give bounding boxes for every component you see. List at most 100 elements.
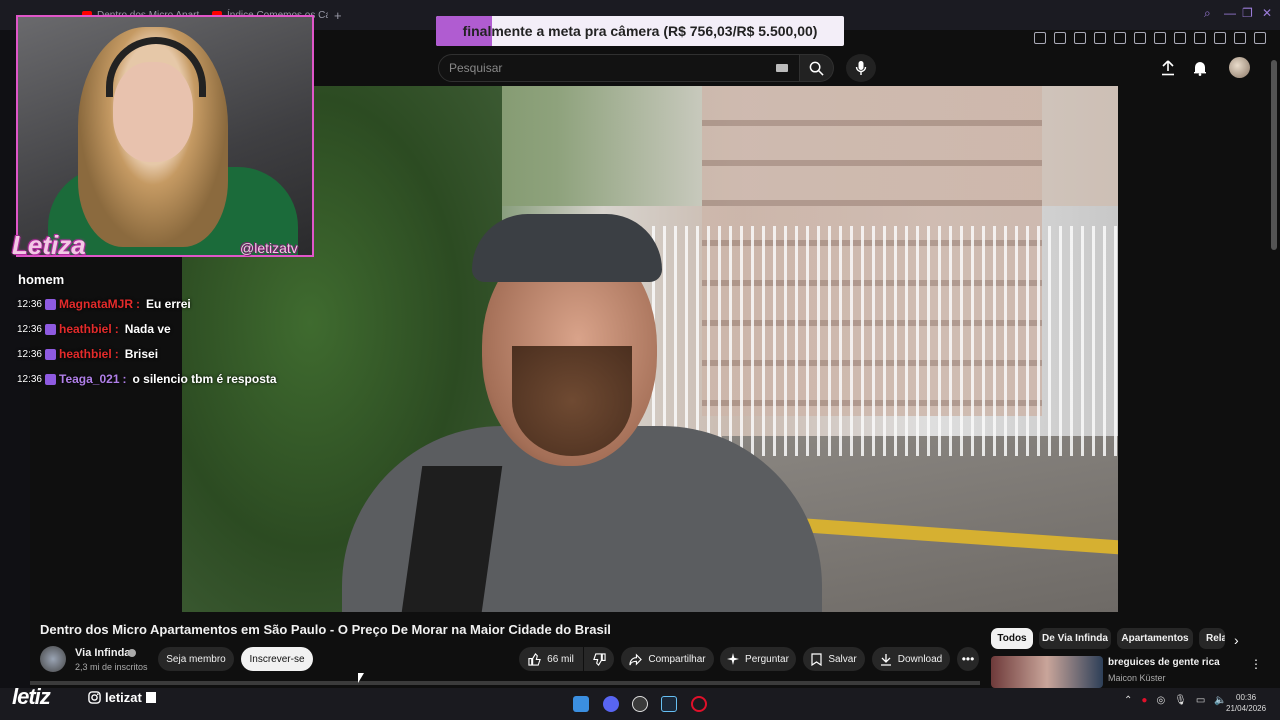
chevron-up-icon[interactable]: ⌃: [1124, 695, 1132, 706]
tray-app-icon[interactable]: ●: [1141, 695, 1147, 706]
subscriber-count: 2,3 mi de inscritos: [75, 662, 148, 672]
video-player[interactable]: [182, 86, 1118, 612]
chip-apartments[interactable]: Apartamentos: [1117, 628, 1193, 649]
extension-icon[interactable]: [1114, 32, 1126, 44]
minimize-icon[interactable]: —: [1224, 6, 1236, 20]
volume-icon[interactable]: 🔈: [1214, 695, 1226, 706]
close-icon[interactable]: ✕: [1262, 6, 1272, 20]
thumbs-up-icon: [528, 652, 542, 666]
chat-username: heathbiel: [59, 347, 112, 361]
menu-icon[interactable]: [1254, 32, 1266, 44]
chip-label: De Via Infinda: [1042, 633, 1108, 644]
twitch-badge-icon: [45, 323, 56, 335]
chat-username: heathbiel: [59, 322, 112, 336]
bookmark-icon: [811, 652, 822, 666]
chip-label: Apartamentos: [1121, 633, 1189, 644]
extension-icon[interactable]: [1034, 32, 1046, 44]
chat-message: 12:36 MagnataMJR: Eu errei: [14, 297, 314, 311]
restore-icon[interactable]: ❐: [1242, 6, 1253, 20]
like-button[interactable]: 66 mil: [519, 647, 583, 671]
chat-colon: :: [114, 322, 119, 336]
chat-username: MagnataMJR: [59, 297, 134, 311]
chat-text: o silencio tbm é resposta: [132, 372, 277, 386]
opera-icon[interactable]: [691, 696, 707, 712]
extension-icon[interactable]: [1214, 32, 1226, 44]
extension-icon[interactable]: [1234, 32, 1246, 44]
dislike-button[interactable]: [584, 647, 614, 671]
channel-avatar[interactable]: [40, 646, 66, 672]
extension-icon[interactable]: [1094, 32, 1106, 44]
scrollbar[interactable]: [1271, 60, 1277, 250]
taskbar-clock[interactable]: 00:36 21/04/2026: [1226, 692, 1266, 714]
video-title: Dentro dos Micro Apartamentos em São Pau…: [40, 622, 611, 637]
join-label: Seja membro: [166, 653, 226, 665]
share-button[interactable]: Compartilhar: [621, 647, 714, 671]
chat-timestamp: 12:36: [16, 298, 42, 310]
chip-all[interactable]: Todos: [991, 628, 1033, 649]
extension-icon[interactable]: [1134, 32, 1146, 44]
chat-colon: :: [122, 372, 127, 386]
search-input[interactable]: [439, 55, 759, 81]
save-button[interactable]: Salvar: [803, 647, 865, 671]
sparkle-icon: [727, 653, 740, 665]
recommendation-thumbnail[interactable]: [991, 656, 1103, 688]
twitch-badge-icon: [45, 348, 56, 360]
account-avatar[interactable]: [1229, 57, 1250, 78]
voice-search-button[interactable]: [846, 54, 876, 82]
chat-message: 12:36 heathbiel: Nada ve: [14, 322, 314, 336]
download-label: Download: [897, 653, 943, 665]
new-tab-button[interactable]: +: [334, 5, 348, 25]
extension-icon[interactable]: [1054, 32, 1066, 44]
extension-icon[interactable]: [1154, 32, 1166, 44]
chip-related[interactable]: Rela: [1199, 628, 1225, 649]
steam-icon[interactable]: [661, 696, 677, 712]
download-button[interactable]: Download: [872, 647, 950, 671]
microphone-icon: [855, 61, 867, 75]
instagram-handle-text: letizat: [105, 690, 142, 705]
chevron-right-icon[interactable]: ›: [1234, 632, 1252, 650]
more-actions-button[interactable]: •••: [957, 647, 979, 671]
search-box[interactable]: [438, 54, 800, 82]
extension-icon[interactable]: [1174, 32, 1186, 44]
extension-icon[interactable]: [1194, 32, 1206, 44]
clock-time: 00:36: [1236, 693, 1257, 702]
upload-button[interactable]: [1158, 58, 1178, 78]
share-label: Compartilhar: [648, 653, 706, 665]
streamer-handle: @letizatv: [240, 240, 298, 256]
chat-message: 12:36 Teaga_021: o silencio tbm é resposta: [14, 372, 314, 386]
upload-icon: [1162, 60, 1174, 76]
subscribe-button[interactable]: Inscrever-se: [241, 647, 313, 671]
search-button[interactable]: [800, 54, 834, 82]
obs-icon[interactable]: [632, 696, 648, 712]
instagram-handle: letizat: [88, 690, 156, 705]
chip-label: Todos: [997, 633, 1027, 644]
channel-name[interactable]: Via Infinda: [75, 647, 130, 659]
chat-timestamp: 12:36: [16, 323, 42, 335]
chat-timestamp: 12:36: [16, 373, 42, 385]
system-tray: ⌃ ● ◎ 🎙 ▭ 🔈: [1124, 695, 1227, 706]
chip-channel[interactable]: De Via Infinda: [1039, 628, 1111, 649]
extension-toolbar: [1034, 32, 1266, 44]
page-scroll-track: [30, 681, 980, 685]
search-tabs-icon[interactable]: ⌕: [1204, 6, 1211, 21]
network-icon[interactable]: ▭: [1196, 695, 1205, 706]
notifications-button[interactable]: [1190, 58, 1210, 78]
tray-app-icon[interactable]: ◎: [1156, 695, 1165, 706]
kebab-menu-icon[interactable]: ⋮: [1250, 657, 1262, 671]
like-count: 66 mil: [547, 653, 574, 665]
chat-colon: :: [114, 347, 119, 361]
discord-icon[interactable]: [603, 696, 619, 712]
chat-partial-message: homem: [18, 272, 65, 287]
recommendation-channel[interactable]: Maicon Küster: [1108, 673, 1166, 683]
donation-goal-bar: finalmente a meta pra câmera (R$ 756,03/…: [436, 16, 844, 46]
join-button[interactable]: Seja membro: [158, 647, 234, 671]
share-icon: [629, 653, 643, 665]
twitch-badge-icon: [45, 373, 56, 385]
bell-icon: [1194, 62, 1206, 76]
ask-button[interactable]: Perguntar: [720, 647, 796, 671]
microphone-icon[interactable]: 🎙: [1174, 695, 1187, 706]
keyboard-icon[interactable]: [776, 64, 788, 72]
recommendation-title[interactable]: breguices de gente rica: [1108, 657, 1220, 668]
windows-start-icon[interactable]: [573, 696, 589, 712]
extension-icon[interactable]: [1074, 32, 1086, 44]
